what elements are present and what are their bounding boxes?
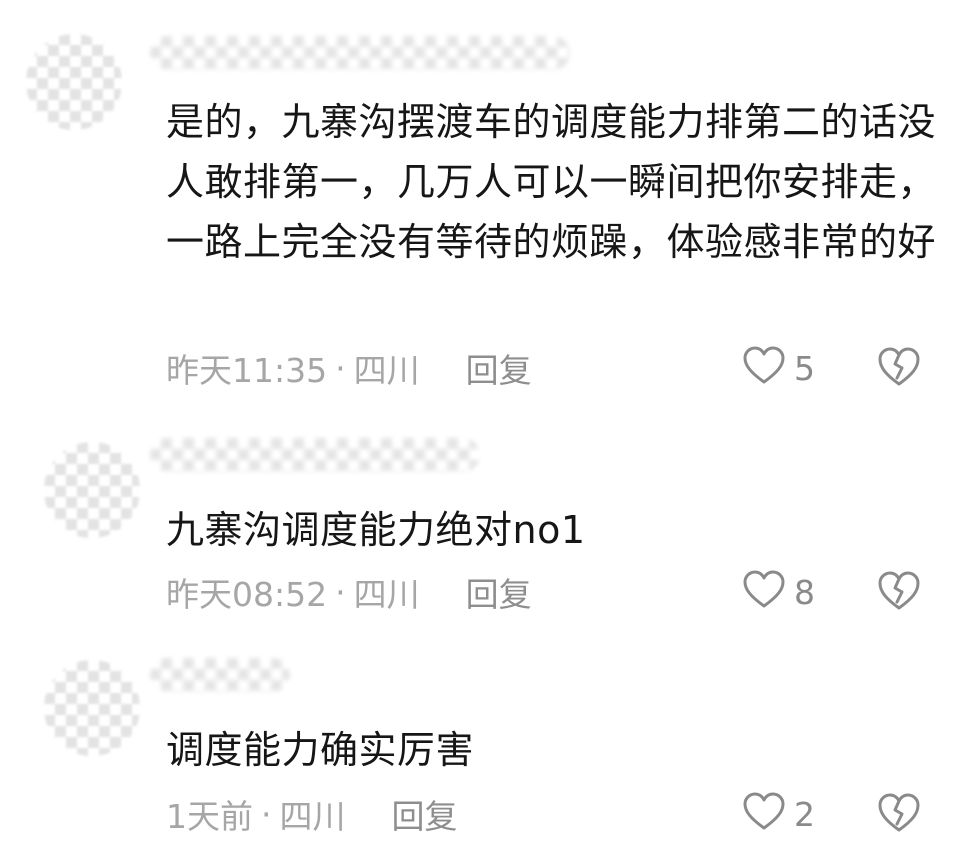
username[interactable]: [150, 36, 570, 70]
comment-meta: 昨天11:35 · 四川 回复: [166, 344, 532, 392]
comment-time: 昨天08:52: [166, 575, 328, 614]
like-count: 2: [794, 794, 815, 834]
username[interactable]: [150, 438, 480, 472]
dislike-button[interactable]: [876, 346, 922, 390]
broken-heart-icon: [876, 347, 922, 392]
comment-meta: 昨天08:52 · 四川 回复: [166, 568, 532, 616]
like-count: 8: [794, 572, 815, 612]
dislike-button[interactable]: [876, 570, 922, 614]
broken-heart-icon: [876, 793, 922, 838]
meta-separator: ·: [335, 348, 346, 388]
reply-button[interactable]: 回复: [466, 344, 532, 392]
heart-outline-icon: [742, 792, 786, 836]
like-count: 5: [794, 348, 815, 388]
comment-item: 调度能力确实厉害 1天前 · 四川 回复 2: [0, 640, 960, 864]
heart-outline-icon: [742, 570, 786, 614]
username[interactable]: [150, 658, 290, 692]
comment-location: 四川: [353, 575, 420, 614]
comment-item: 是的，九寨沟摆渡车的调度能力排第二的话没人敢排第一，几万人可以一瞬间把你安排走，…: [0, 0, 960, 420]
reply-button[interactable]: 回复: [466, 568, 532, 616]
avatar[interactable]: [26, 34, 122, 130]
comment-location: 四川: [353, 351, 420, 390]
broken-heart-icon: [876, 571, 922, 616]
like-button[interactable]: 8: [742, 570, 815, 614]
reply-button[interactable]: 回复: [392, 790, 458, 838]
comment-meta: 1天前 · 四川 回复: [166, 790, 458, 838]
comment-item: 九寨沟调度能力绝对no1 昨天08:52 · 四川 回复 8: [0, 420, 960, 640]
comment-time: 1天前: [166, 797, 253, 836]
meta-separator: ·: [261, 794, 272, 834]
meta-separator: ·: [335, 572, 346, 612]
comment-text: 调度能力确实厉害: [166, 728, 475, 772]
like-button[interactable]: 2: [742, 792, 815, 836]
dislike-button[interactable]: [876, 792, 922, 836]
avatar[interactable]: [44, 660, 140, 756]
comment-text: 九寨沟调度能力绝对no1: [166, 508, 586, 552]
comment-time: 昨天11:35: [166, 351, 328, 390]
comment-location: 四川: [279, 797, 346, 836]
heart-outline-icon: [742, 346, 786, 390]
like-button[interactable]: 5: [742, 346, 815, 390]
avatar[interactable]: [44, 442, 140, 538]
comment-text: 是的，九寨沟摆渡车的调度能力排第二的话没人敢排第一，几万人可以一瞬间把你安排走，…: [166, 100, 937, 264]
